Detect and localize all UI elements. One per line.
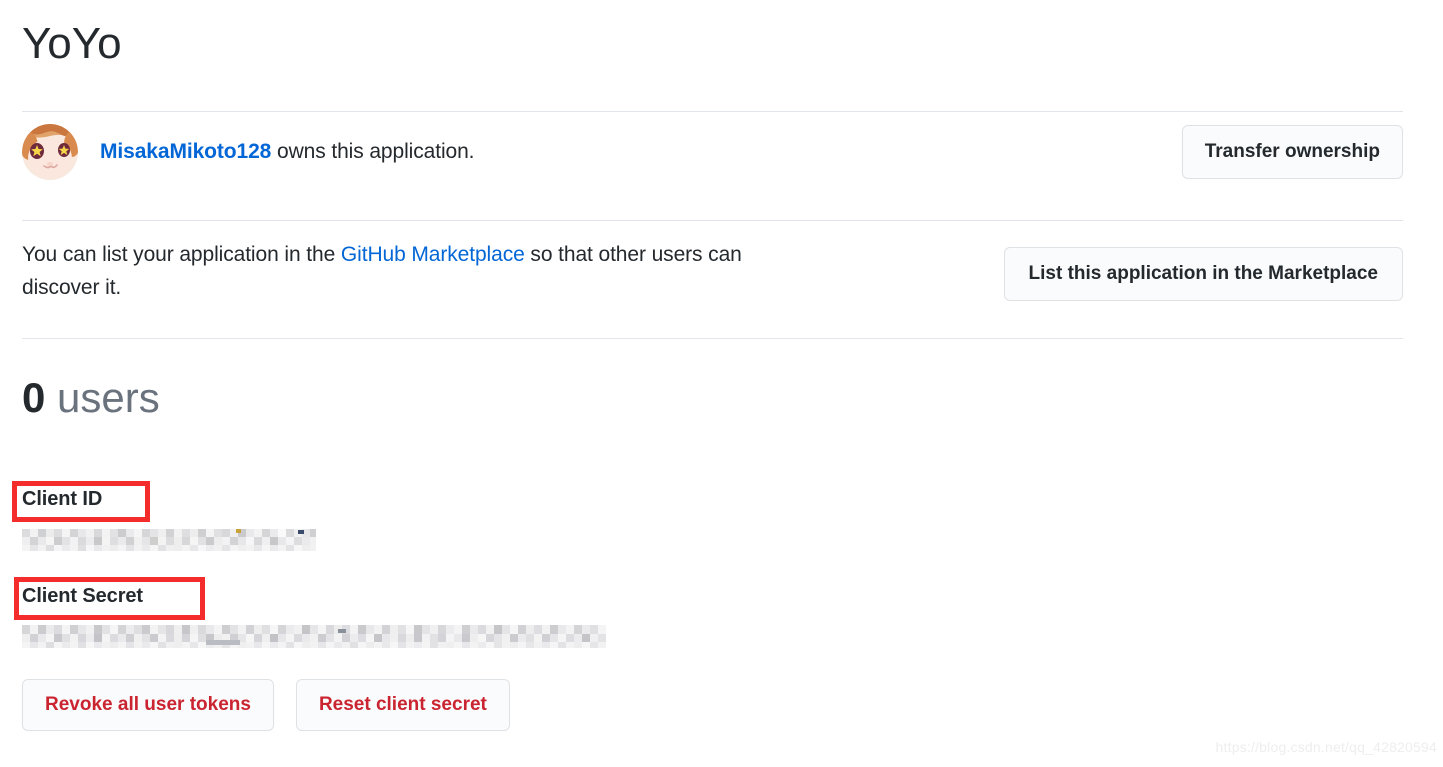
avatar-image: [22, 124, 78, 180]
avatar[interactable]: [22, 124, 78, 180]
github-marketplace-link[interactable]: GitHub Marketplace: [341, 243, 525, 266]
client-id-block: Client ID: [22, 488, 722, 553]
client-secret-value-redacted: [22, 622, 608, 650]
danger-actions-row: Revoke all user tokens Reset client secr…: [22, 679, 510, 731]
owner-sentence-suffix: owns this application.: [271, 140, 475, 163]
client-id-label: Client ID: [22, 488, 103, 510]
page-title: YoYo: [22, 19, 122, 68]
marketplace-description: You can list your application in the Git…: [22, 239, 822, 304]
client-secret-block: Client Secret: [22, 585, 722, 650]
marketplace-text-before: You can list your application in the: [22, 243, 341, 266]
reset-client-secret-button[interactable]: Reset client secret: [295, 679, 510, 731]
client-secret-label: Client Secret: [22, 585, 143, 607]
marketplace-button-holder: List this application in the Marketplace: [1003, 239, 1403, 301]
users-label: users: [57, 374, 160, 422]
owner-row: MisakaMikoto128 owns this application. T…: [22, 112, 1403, 192]
owner-info: MisakaMikoto128 owns this application.: [22, 124, 475, 180]
users-count: 0: [22, 374, 46, 422]
owner-sentence: MisakaMikoto128 owns this application.: [100, 140, 475, 164]
owner-username-link[interactable]: MisakaMikoto128: [100, 140, 271, 163]
marketplace-row: You can list your application in the Git…: [22, 221, 1403, 308]
revoke-all-user-tokens-button[interactable]: Revoke all user tokens: [22, 679, 274, 731]
app-settings-page: YoYo MisakaMikoto128 owns this applicati…: [0, 0, 1443, 767]
list-in-marketplace-button[interactable]: List this application in the Marketplace: [1003, 247, 1403, 301]
transfer-ownership-button[interactable]: Transfer ownership: [1181, 125, 1403, 179]
watermark: https://blog.csdn.net/qq_42820594: [1215, 739, 1437, 755]
content-container: YoYo MisakaMikoto128 owns this applicati…: [22, 0, 1403, 419]
client-id-value-redacted: [22, 525, 322, 553]
users-heading: 0 users: [22, 339, 1403, 419]
